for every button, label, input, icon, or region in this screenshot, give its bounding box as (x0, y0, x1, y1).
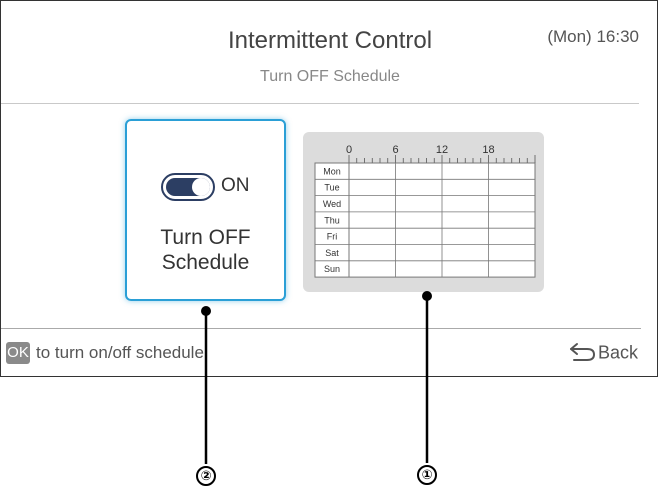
callout-lines (201, 291, 432, 464)
callout-1-label: ① (417, 465, 437, 485)
callout-2-label: ② (196, 466, 216, 486)
